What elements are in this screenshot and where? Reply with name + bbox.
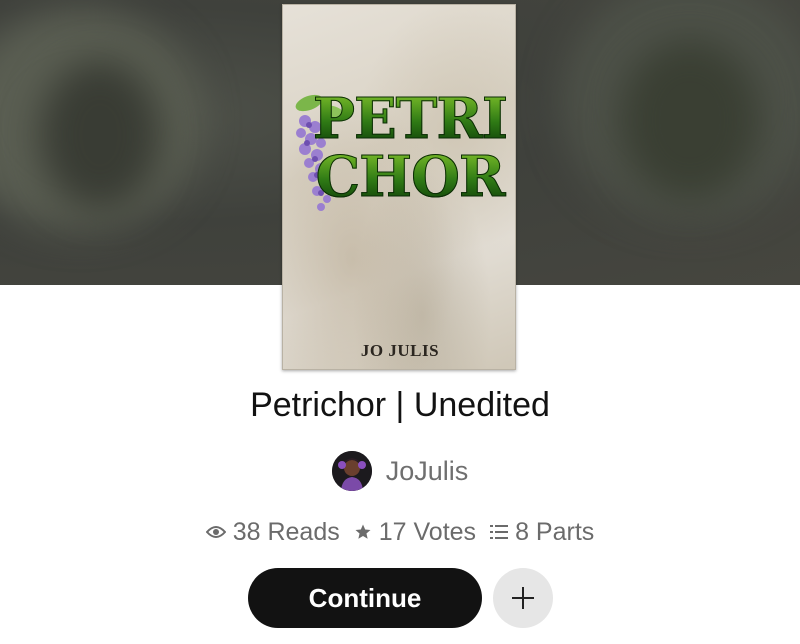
cover-author: JO JULIS [360,341,440,360]
author-name[interactable]: JoJulis [386,456,469,487]
plus-icon [512,587,534,609]
continue-button[interactable]: Continue [248,568,482,628]
list-icon [490,525,509,539]
reads-stat: 38 Reads [205,517,340,547]
book-cover[interactable]: PETRI CHOR JO JULIS [282,4,516,370]
parts-stat: 8 Parts [490,518,594,547]
reads-count: 38 Reads [232,517,340,546]
cover-title-line-1: PETRI [283,91,515,148]
avatar-image [331,451,372,491]
avatar[interactable] [331,451,372,491]
votes-stat: 17 Votes [354,518,476,547]
add-to-library-button[interactable] [493,568,553,628]
eye-icon [205,526,226,538]
votes-count: 17 Votes [378,517,477,546]
story-title: Petrichor | Unedited [250,386,550,424]
author-link[interactable]: JoJulis [0,450,800,492]
cover-title-line-2: CHOR [283,149,515,206]
star-icon [355,524,371,539]
story-stats: 38 Reads 17 Votes 8 Parts [0,514,800,550]
parts-count: 8 Parts [515,517,595,546]
